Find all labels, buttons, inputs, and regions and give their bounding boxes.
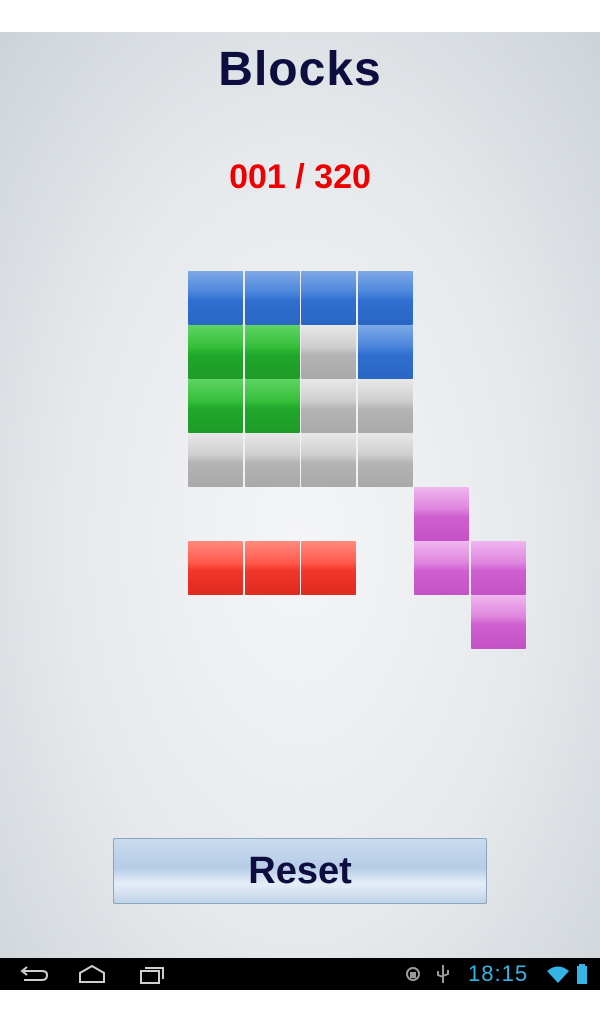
block-cell-gray[interactable] [301,379,356,433]
block-cell-gray[interactable] [301,325,356,379]
block-cell-green[interactable] [188,379,243,433]
block-cell-green[interactable] [244,325,300,379]
status-clock: 18:15 [468,961,529,986]
game-screen: Blocks 001 / 320 Reset [0,32,600,958]
home-icon[interactable] [72,962,112,986]
block-cell-blue[interactable] [357,271,413,325]
block-cell-gray[interactable] [301,433,356,487]
back-icon[interactable] [14,962,54,986]
block-cell-purple[interactable] [414,541,469,595]
system-navigation-bar: 18:15 [0,958,600,990]
block-cell-gray[interactable] [357,379,413,433]
block-cell-blue[interactable] [357,325,413,379]
block-cell-blue[interactable] [244,271,300,325]
reset-button[interactable]: Reset [113,838,487,904]
block-cell-blue[interactable] [301,271,356,325]
block-cell-purple[interactable] [470,541,526,595]
block-cell-gray[interactable] [357,433,413,487]
block-cell-gray[interactable] [244,433,300,487]
battery-icon [577,964,587,984]
block-cell-green[interactable] [244,379,300,433]
puzzle-board [0,32,600,958]
block-cell-blue[interactable] [188,271,243,325]
block-cell-purple[interactable] [470,595,526,649]
block-cell-red[interactable] [188,541,243,595]
block-cell-green[interactable] [188,325,243,379]
usb-icon [437,965,449,983]
recent-apps-icon[interactable] [132,962,172,986]
wifi-icon [547,966,569,983]
android-debug-icon [406,967,420,981]
bottom-margin [0,990,600,1024]
block-cell-purple[interactable] [414,487,469,541]
block-cell-gray[interactable] [188,433,243,487]
block-cell-red[interactable] [301,541,356,595]
block-cell-red[interactable] [244,541,300,595]
